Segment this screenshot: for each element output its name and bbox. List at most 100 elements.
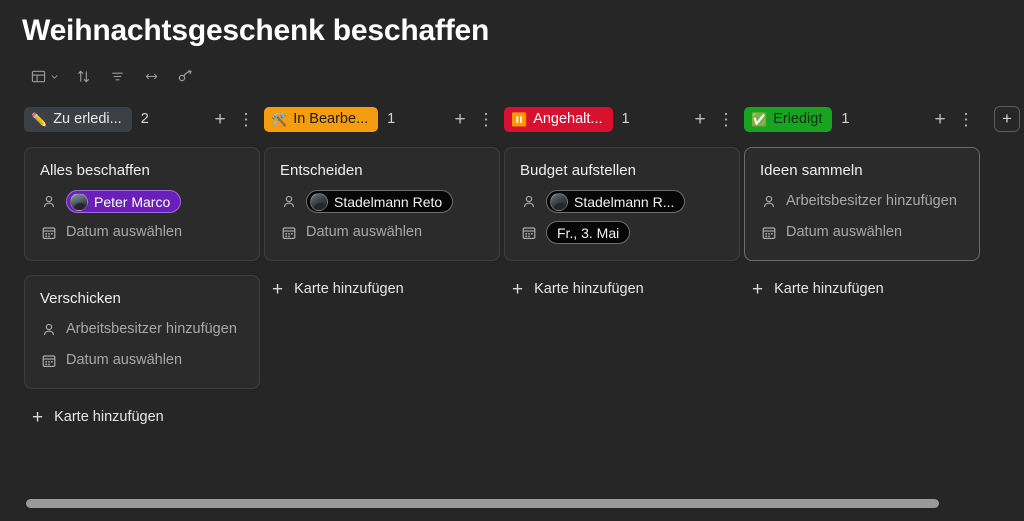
plus-icon: + [752, 278, 764, 300]
avatar [310, 192, 328, 211]
column-actions: + ⋮ [208, 107, 258, 131]
field-placeholder[interactable]: Datum auswählen [66, 349, 182, 370]
field-placeholder[interactable]: Arbeitsbesitzer hinzufügen [786, 190, 957, 211]
column-status-pill[interactable]: ✏️ Zu erledi... [24, 106, 132, 132]
card-owner-row: Stadelmann Reto [280, 190, 484, 214]
toolbar [24, 62, 202, 90]
add-card-button[interactable]: + Karte hinzufügen [24, 403, 260, 431]
horizontal-scrollbar-thumb[interactable] [26, 499, 939, 508]
kanban-card[interactable]: Alles beschaffen Peter Marco Datum auswähl… [24, 147, 260, 261]
card-date-row: Datum auswählen [280, 221, 484, 245]
person-icon [280, 193, 297, 210]
field-placeholder[interactable]: Datum auswählen [66, 221, 182, 242]
calendar-icon [280, 224, 297, 241]
kanban-card[interactable]: Budget aufstellen Stadelmann R... Fr., 3. … [504, 147, 740, 261]
column-label: Zu erledi... [53, 111, 122, 127]
column-header: ✅ Erledigt 1 + ⋮ [744, 104, 980, 134]
column-card-count: 2 [140, 111, 149, 127]
column-actions: + ⋮ [688, 107, 738, 131]
person-icon [760, 193, 777, 210]
kanban-card[interactable]: Entscheiden Stadelmann Reto Datum auswähle… [264, 147, 500, 261]
avatar [70, 192, 88, 211]
field-placeholder[interactable]: Datum auswählen [306, 221, 422, 242]
card-date-row: Datum auswählen [40, 221, 244, 245]
add-card-label: Karte hinzufügen [774, 281, 884, 297]
add-card-to-column-button[interactable]: + [928, 107, 952, 131]
horizontal-scrollbar-track[interactable] [0, 487, 1024, 521]
field-placeholder[interactable]: Datum auswählen [786, 221, 902, 242]
card-owner-row: Stadelmann R... [520, 190, 724, 214]
card-date-row: Fr., 3. Mai [520, 221, 724, 245]
person-icon [520, 193, 537, 210]
filter-icon[interactable] [100, 63, 134, 89]
column-header: ⏸️ Angehalt... 1 + ⋮ [504, 104, 740, 134]
add-card-to-column-button[interactable]: + [448, 107, 472, 131]
column-status-pill[interactable]: ✅ Erledigt [744, 106, 833, 132]
card-owner-row: Peter Marco [40, 190, 244, 214]
column-emoji-icon: 🛠️ [271, 111, 288, 127]
kanban-card[interactable]: Verschicken Arbeitsbesitzer hinzufügen Dat… [24, 275, 260, 389]
card-title: Budget aufstellen [520, 162, 636, 179]
column-paused: ⏸️ Angehalt... 1 + ⋮ Budget aufstellen Stadelm… [504, 104, 740, 303]
column-header: ✏️ Zu erledi... 2 + ⋮ [24, 104, 260, 134]
card-date-row: Datum auswählen [40, 349, 244, 373]
kanban-card[interactable]: Ideen sammeln Arbeitsbesitzer hinzufügen D… [744, 147, 980, 261]
card-title: Entscheiden [280, 162, 363, 179]
due-date-label: Fr., 3. Mai [557, 224, 620, 241]
card-title: Alles beschaffen [40, 162, 150, 179]
card-title: Verschicken [40, 290, 121, 307]
column-header: 🛠️ In Bearbe... 1 + ⋮ [264, 104, 500, 134]
owner-chip[interactable]: Stadelmann Reto [306, 190, 454, 213]
add-card-to-column-button[interactable]: + [208, 107, 232, 131]
column-more-options-button[interactable]: ⋮ [714, 107, 738, 131]
person-icon [40, 321, 57, 338]
add-card-button[interactable]: + Karte hinzufügen [744, 275, 980, 303]
page-title: Weihnachtsgeschenk beschaffen [22, 14, 490, 47]
column-status-pill[interactable]: 🛠️ In Bearbe... [264, 106, 379, 132]
add-card-button[interactable]: + Karte hinzufügen [504, 275, 740, 303]
column-more-options-button[interactable]: ⋮ [234, 107, 258, 131]
column-more-options-button[interactable]: ⋮ [474, 107, 498, 131]
column-label: Angehalt... [533, 111, 603, 127]
owner-chip[interactable]: Peter Marco [66, 190, 182, 213]
calendar-icon [40, 224, 57, 241]
plus-icon: + [32, 406, 44, 428]
column-todo: ✏️ Zu erledi... 2 + ⋮ Alles beschaffen Peter M… [24, 104, 260, 431]
calendar-icon [40, 352, 57, 369]
field-placeholder[interactable]: Arbeitsbesitzer hinzufügen [66, 318, 237, 339]
person-icon [40, 193, 57, 210]
column-emoji-icon: ⏸️ [511, 111, 528, 127]
card-date-row: Datum auswählen [760, 221, 964, 245]
chevron-down-icon [50, 74, 58, 79]
plus-icon: + [272, 278, 284, 300]
column-card-count: 1 [621, 111, 630, 127]
column-emoji-icon: ✅ [751, 111, 768, 127]
column-more-options-button[interactable]: ⋮ [954, 107, 978, 131]
add-card-label: Karte hinzufügen [294, 281, 404, 297]
share-icon[interactable] [168, 63, 202, 89]
add-card-button[interactable]: + Karte hinzufügen [264, 275, 500, 303]
add-card-label: Karte hinzufügen [534, 281, 644, 297]
owner-name: Stadelmann R... [574, 193, 675, 210]
card-title: Ideen sammeln [760, 162, 863, 179]
card-owner-row: Arbeitsbesitzer hinzufügen [760, 190, 964, 214]
resize-horizontal-icon[interactable] [134, 63, 168, 89]
owner-name: Stadelmann Reto [334, 193, 443, 210]
owner-name: Peter Marco [94, 193, 171, 210]
kanban-board: ✏️ Zu erledi... 2 + ⋮ Alles beschaffen Peter M… [0, 104, 1024, 474]
column-label: Erledigt [773, 111, 823, 127]
column-card-count: 1 [387, 111, 396, 127]
column-actions: + ⋮ [448, 107, 498, 131]
calendar-icon [520, 224, 537, 241]
add-card-label: Karte hinzufügen [54, 409, 164, 425]
column-status-pill[interactable]: ⏸️ Angehalt... [504, 106, 613, 132]
column-actions: + ⋮ [928, 107, 978, 131]
due-date-chip[interactable]: Fr., 3. Mai [546, 221, 631, 244]
board-view-icon[interactable] [24, 63, 66, 89]
add-column-button[interactable]: + [994, 106, 1020, 132]
column-label: In Bearbe... [293, 111, 369, 127]
sort-icon[interactable] [66, 63, 100, 89]
avatar [550, 192, 568, 211]
owner-chip[interactable]: Stadelmann R... [546, 190, 686, 213]
add-card-to-column-button[interactable]: + [688, 107, 712, 131]
